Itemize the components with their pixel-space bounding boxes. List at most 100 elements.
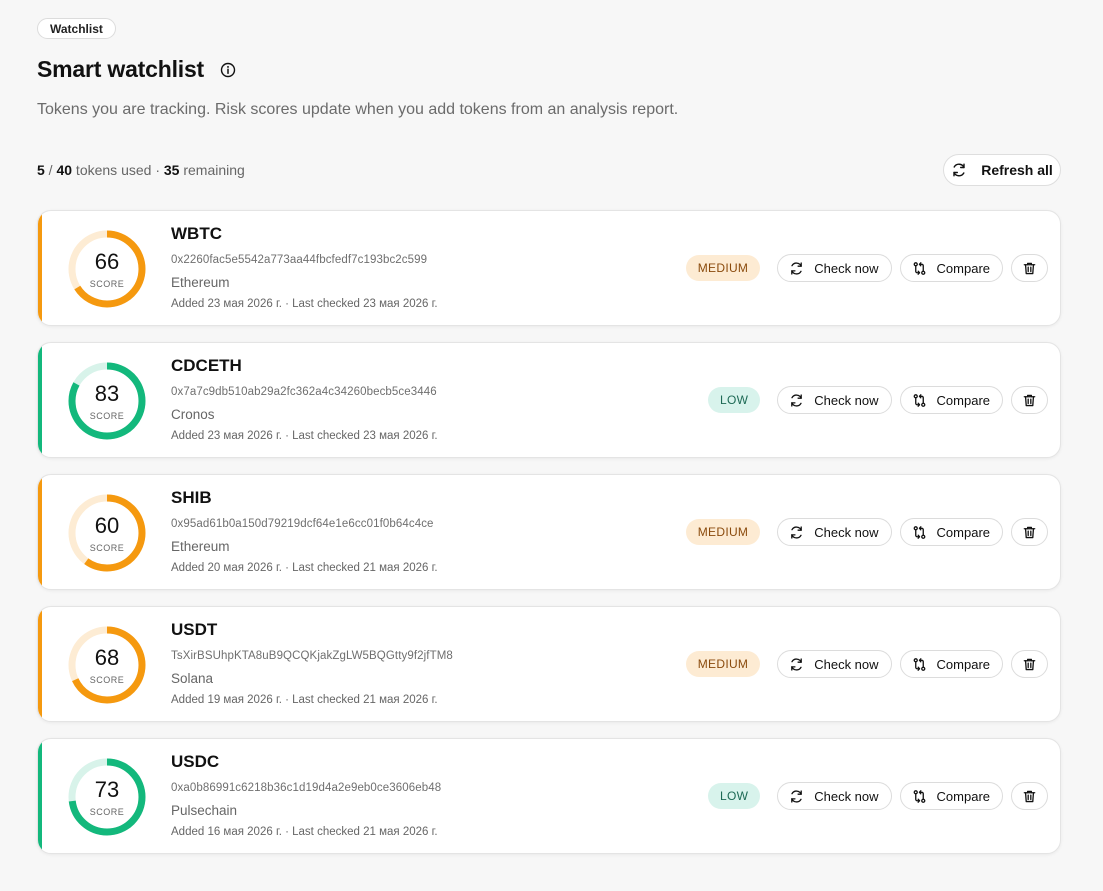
score-value: 68: [94, 645, 120, 670]
refresh-all-button[interactable]: Refresh all: [943, 154, 1061, 186]
title-row: Smart watchlist: [37, 56, 236, 83]
page-title: Smart watchlist: [37, 56, 204, 82]
score-gauge: 73 SCORE: [66, 756, 148, 838]
score-value: 83: [94, 381, 120, 406]
token-dates: Added 16 мая 2026 г. · Last checked 21 м…: [171, 826, 438, 838]
trash-icon: [1023, 658, 1036, 670]
remaining-count: 35: [163, 162, 180, 178]
trash-icon: [1023, 790, 1036, 802]
info-icon[interactable]: [220, 62, 236, 78]
token-info: CDCETH 0x7a7c9db510ab29a2fc362a4c34260be…: [171, 356, 438, 442]
check-now-button[interactable]: Check now: [777, 386, 892, 414]
token-address: 0x95ad61b0a150d79219dcf64e1e6cc01f0b64c4…: [171, 518, 434, 530]
delete-button[interactable]: [1011, 782, 1048, 810]
token-address: 0x2260fac5e5542a773aa44fbcfedf7c193bc2c5…: [171, 254, 428, 266]
score-label: SCORE: [89, 411, 125, 421]
compare-icon: [913, 657, 925, 671]
check-now-label: Check now: [814, 656, 879, 672]
risk-badge: LOW: [707, 387, 761, 413]
score-value: 73: [94, 777, 120, 802]
risk-badge: MEDIUM: [685, 255, 761, 281]
compare-label: Compare: [936, 524, 990, 540]
delete-button[interactable]: [1011, 386, 1048, 414]
token-card: 60 SCORE SHIB 0x95ad61b0a150d79219dcf64e…: [37, 474, 1061, 590]
check-now-button[interactable]: Check now: [777, 650, 892, 678]
refresh-icon: [791, 525, 803, 539]
check-now-label: Check now: [814, 260, 879, 276]
check-now-button[interactable]: Check now: [777, 518, 892, 546]
check-now-button[interactable]: Check now: [777, 782, 892, 810]
refresh-icon: [791, 789, 803, 803]
risk-stripe: [38, 607, 42, 721]
token-chain: Pulsechain: [171, 803, 238, 818]
token-actions: LOW Check now Compare: [707, 739, 1048, 853]
score-gauge: 60 SCORE: [66, 492, 148, 574]
compare-icon: [913, 789, 925, 803]
token-card: 68 SCORE USDT TsXirBSUhpKTA8uB9QCQKjakZg…: [37, 606, 1061, 722]
page-subtitle: Tokens you are tracking. Risk scores upd…: [37, 101, 679, 118]
token-symbol: CDCETH: [171, 356, 242, 375]
compare-label: Compare: [936, 260, 990, 276]
token-chain: Ethereum: [171, 275, 230, 290]
token-info: USDT TsXirBSUhpKTA8uB9QCQKjakZgLW5BQGtty…: [171, 620, 453, 706]
score-gauge: 83 SCORE: [66, 360, 148, 442]
token-card: 66 SCORE WBTC 0x2260fac5e5542a773aa44fbc…: [37, 210, 1061, 326]
compare-button[interactable]: Compare: [899, 782, 1003, 810]
token-list: 66 SCORE WBTC 0x2260fac5e5542a773aa44fbc…: [37, 210, 1061, 870]
token-card: 83 SCORE CDCETH 0x7a7c9db510ab29a2fc362a…: [37, 342, 1061, 458]
usage-summary: 5 / 40 tokens used · 35 remaining: [37, 162, 245, 178]
token-symbol: USDT: [171, 620, 218, 639]
token-dates: Added 20 мая 2026 г. · Last checked 21 м…: [171, 562, 438, 574]
risk-stripe: [38, 211, 42, 325]
token-chain: Cronos: [171, 407, 215, 422]
delete-button[interactable]: [1011, 650, 1048, 678]
trash-icon: [1023, 526, 1036, 538]
refresh-icon: [953, 163, 965, 177]
token-address: TsXirBSUhpKTA8uB9QCQKjakZgLW5BQGtty9f2jf…: [171, 650, 453, 662]
check-now-label: Check now: [814, 524, 879, 540]
used-count: 5: [37, 162, 45, 178]
compare-label: Compare: [936, 656, 990, 672]
token-info: SHIB 0x95ad61b0a150d79219dcf64e1e6cc01f0…: [171, 488, 438, 574]
delete-button[interactable]: [1011, 254, 1048, 282]
compare-button[interactable]: Compare: [899, 650, 1003, 678]
token-address: 0xa0b86991c6218b36c1d19d4a2e9eb0ce3606eb…: [171, 782, 442, 794]
check-now-label: Check now: [814, 788, 879, 804]
refresh-all-label: Refresh all: [981, 162, 1053, 178]
risk-badge: LOW: [707, 783, 761, 809]
token-info: WBTC 0x2260fac5e5542a773aa44fbcfedf7c193…: [171, 224, 438, 310]
token-symbol: USDC: [171, 752, 220, 771]
compare-button[interactable]: Compare: [899, 254, 1003, 282]
compare-icon: [913, 393, 925, 407]
check-now-button[interactable]: Check now: [777, 254, 892, 282]
token-chain: Ethereum: [171, 539, 230, 554]
check-now-label: Check now: [814, 392, 879, 408]
remaining-label: remaining: [179, 162, 245, 178]
delete-button[interactable]: [1011, 518, 1048, 546]
compare-icon: [913, 261, 925, 275]
score-value: 60: [94, 513, 120, 538]
token-actions: MEDIUM Check now Compare: [685, 607, 1048, 721]
compare-button[interactable]: Compare: [899, 386, 1003, 414]
token-chain: Solana: [171, 671, 214, 686]
refresh-icon: [791, 657, 803, 671]
compare-button[interactable]: Compare: [899, 518, 1003, 546]
token-dates: Added 23 мая 2026 г. · Last checked 23 м…: [171, 298, 438, 310]
risk-badge: MEDIUM: [685, 651, 761, 677]
token-symbol: SHIB: [171, 488, 212, 507]
score-label: SCORE: [89, 675, 125, 685]
score-label: SCORE: [89, 807, 125, 817]
token-symbol: WBTC: [171, 224, 222, 243]
token-actions: LOW Check now Compare: [707, 343, 1048, 457]
token-dates: Added 23 мая 2026 г. · Last checked 23 м…: [171, 430, 438, 442]
refresh-icon: [791, 261, 803, 275]
score-label: SCORE: [89, 543, 125, 553]
token-actions: MEDIUM Check now Compare: [685, 475, 1048, 589]
trash-icon: [1023, 394, 1036, 406]
risk-badge: MEDIUM: [685, 519, 761, 545]
breadcrumb-watchlist[interactable]: Watchlist: [37, 18, 116, 39]
token-dates: Added 19 мая 2026 г. · Last checked 21 м…: [171, 694, 438, 706]
token-address: 0x7a7c9db510ab29a2fc362a4c34260becb5ce34…: [171, 386, 437, 398]
used-label: tokens used ·: [72, 162, 164, 178]
limit-count: 40: [56, 162, 73, 178]
